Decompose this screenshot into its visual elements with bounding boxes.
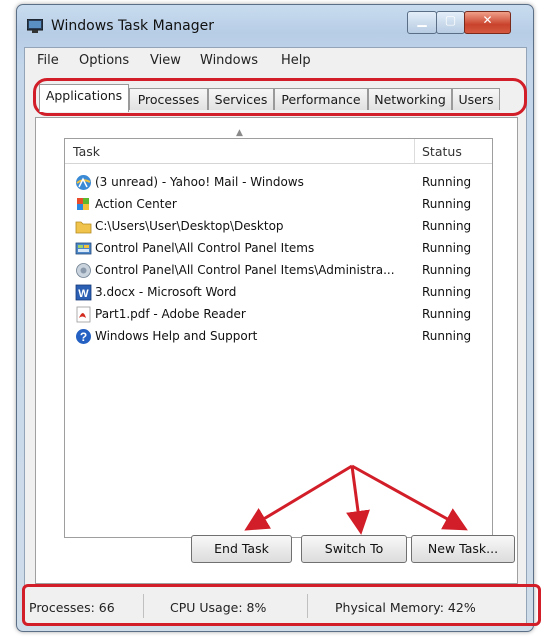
task-status: Running [422,307,472,321]
tab-applications[interactable]: Applications [39,84,129,112]
status-bar: Processes: 66 CPU Usage: 8% Physical Mem… [25,588,526,622]
menu-help[interactable]: Help [281,53,311,68]
new-task-button[interactable]: New Task... [411,535,515,563]
tab-performance[interactable]: Performance [274,88,368,110]
table-row[interactable]: C:\Users\User\Desktop\Desktop Running [65,216,492,238]
svg-text:W: W [78,288,89,300]
task-name: (3 unread) - Yahoo! Mail - Windows [95,175,304,189]
help-icon: ? [76,329,91,344]
status-divider [143,594,144,618]
task-manager-icon [27,19,43,33]
column-header-status[interactable]: Status [422,144,462,159]
folder-icon [75,221,92,234]
pdf-icon [76,306,91,323]
tab-services[interactable]: Services [208,88,274,110]
menu-bar: File Options View Windows Help [25,48,526,74]
list-header: ▲ Task Status [65,128,492,164]
control-panel-icon [75,242,92,255]
task-status: Running [422,285,472,299]
sort-indicator-icon: ▲ [236,128,243,138]
menu-view[interactable]: View [150,53,181,68]
title-bar[interactable]: Windows Task Manager ▁ ▢ ✕ [17,5,533,45]
processes-count: Processes: 66 [29,600,115,615]
task-status: Running [422,219,472,233]
close-button[interactable]: ✕ [464,11,511,34]
task-name: Control Panel\All Control Panel Items [95,241,315,255]
administrative-tools-icon [76,263,91,278]
task-name: Control Panel\All Control Panel Items\Ad… [95,263,395,277]
window-title: Windows Task Manager [51,18,214,34]
maximize-icon: ▢ [444,13,457,27]
task-name: Action Center [95,197,177,211]
table-row[interactable]: Action Center Running [65,194,492,216]
action-center-flag-icon [77,198,89,210]
task-status: Running [422,263,472,277]
client-area: File Options View Windows Help Applicati… [24,47,527,625]
cpu-usage: CPU Usage: 8% [170,600,267,615]
end-task-button[interactable]: End Task [191,535,292,563]
task-name: 3.docx - Microsoft Word [95,285,237,299]
browser-icon [76,175,91,190]
close-icon: ✕ [482,13,493,27]
task-name: C:\Users\User\Desktop\Desktop [95,219,284,233]
task-list[interactable]: ▲ Task Status (3 unread) - Yahoo! Mail -… [64,128,493,538]
column-divider[interactable] [414,139,415,163]
tab-processes[interactable]: Processes [129,88,208,110]
svg-text:?: ? [80,330,87,344]
tab-strip: Applications Processes Services Performa… [35,82,517,114]
table-row[interactable]: (3 unread) - Yahoo! Mail - Windows Runni… [65,172,492,194]
menu-options[interactable]: Options [79,53,129,68]
task-status: Running [422,329,472,343]
tab-networking[interactable]: Networking [368,88,452,110]
word-icon: W [75,284,92,301]
task-status: Running [422,175,472,189]
task-status: Running [422,241,472,255]
minimize-icon: ▁ [417,13,427,27]
menu-file[interactable]: File [37,53,59,68]
status-divider [307,594,308,618]
column-header-task[interactable]: Task [73,144,100,159]
table-row[interactable]: W 3.docx - Microsoft Word Running [65,282,492,304]
task-status: Running [422,197,472,211]
table-row[interactable]: Part1.pdf - Adobe Reader Running [65,304,492,326]
maximize-button[interactable]: ▢ [436,11,465,34]
table-row[interactable]: ? Windows Help and Support Running [65,326,492,348]
task-name: Part1.pdf - Adobe Reader [95,307,246,321]
minimize-button[interactable]: ▁ [407,11,437,34]
task-manager-window: Windows Task Manager ▁ ▢ ✕ File Options … [16,4,534,632]
task-name: Windows Help and Support [95,329,258,343]
applications-panel: ▲ Task Status (3 unread) - Yahoo! Mail -… [35,117,518,584]
tab-users[interactable]: Users [452,88,500,110]
table-row[interactable]: Control Panel\All Control Panel Items Ru… [65,238,492,260]
menu-windows[interactable]: Windows [200,53,258,68]
physical-memory: Physical Memory: 42% [335,600,476,615]
switch-to-button[interactable]: Switch To [301,535,407,563]
table-row[interactable]: Control Panel\All Control Panel Items\Ad… [65,260,492,282]
